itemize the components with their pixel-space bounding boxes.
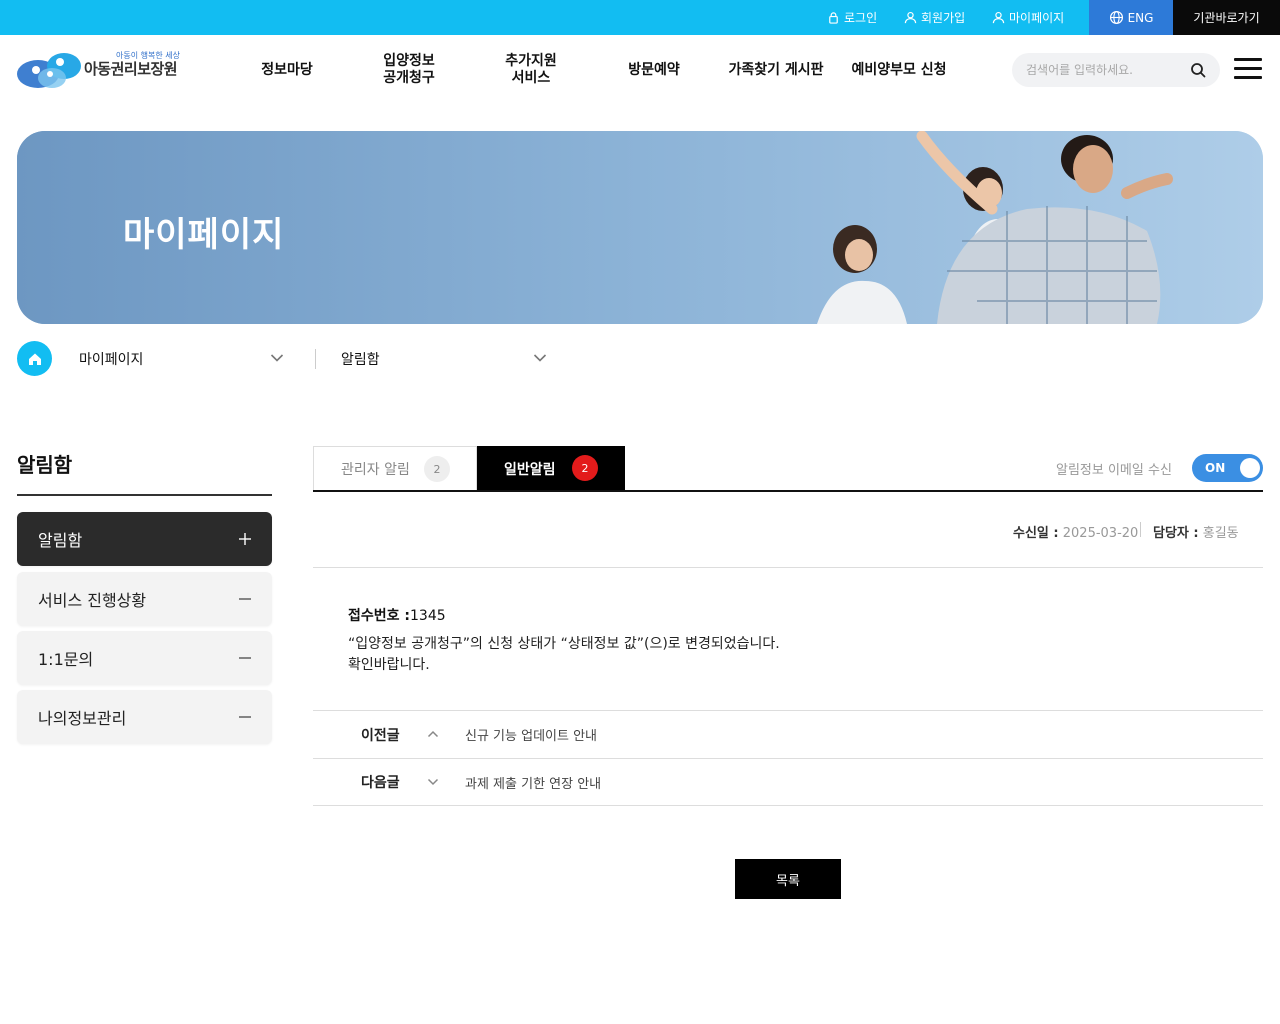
nav-prospective-parents[interactable]: 예비양부모 신청 xyxy=(844,50,954,90)
login-label: 로그인 xyxy=(844,11,878,25)
count-badge: 2 xyxy=(572,455,598,481)
sidebar-item-my-info[interactable]: 나의정보관리 xyxy=(17,690,272,744)
list-button[interactable]: 목록 xyxy=(735,859,841,899)
join-link[interactable]: 회원가입 xyxy=(904,0,965,35)
breadcrumb-level1-label: 마이페이지 xyxy=(79,352,144,368)
manager-value: 홍길동 xyxy=(1202,526,1239,541)
sidebar-item-label: 나의정보관리 xyxy=(38,709,127,728)
english-label: ENG xyxy=(1127,10,1154,25)
search-icon[interactable] xyxy=(1190,62,1206,78)
tab-label: 일반알림 xyxy=(504,461,556,478)
user-icon xyxy=(904,11,917,24)
breadcrumb-level2-dropdown[interactable]: 알림함 xyxy=(341,342,547,376)
home-icon xyxy=(28,353,41,365)
globe-icon xyxy=(1109,10,1123,25)
next-post-row[interactable]: 다음글 과제 제출 기한 연장 안내 xyxy=(313,758,1263,806)
prev-post-title: 신규 기능 업데이트 안내 xyxy=(465,729,597,744)
institutions-button[interactable]: 기관바로가기 xyxy=(1173,0,1280,35)
hamburger-menu-icon[interactable] xyxy=(1234,58,1262,80)
top-utility-bar: 로그인 회원가입 마이페이지 ENG 기관바로가기 xyxy=(0,0,1280,35)
plus-icon xyxy=(239,533,251,545)
manager: 담당자 : 홍길동 xyxy=(1153,522,1239,541)
detail-divider xyxy=(313,567,1263,568)
toggle-state: ON xyxy=(1205,461,1226,475)
next-post-label: 다음글 xyxy=(361,775,400,791)
nav-visit-reservation[interactable]: 방문예약 xyxy=(604,50,704,90)
receipt-number-label: 접수번호 : xyxy=(348,608,410,624)
notification-message: “입양정보 공개청구”의 신청 상태가 “상태정보 값”(으)로 변경되었습니다… xyxy=(348,634,780,676)
prev-post-row[interactable]: 이전글 신규 기능 업데이트 안내 xyxy=(313,710,1263,758)
mypage-label: 마이페이지 xyxy=(1009,11,1065,25)
nav-adoption-info-request[interactable]: 입양정보 공개청구 xyxy=(359,50,459,90)
manager-label: 담당자 : xyxy=(1153,526,1199,541)
search-box xyxy=(1012,53,1220,87)
received-date: 수신일 : 2025-03-20 xyxy=(1013,522,1138,541)
minus-icon xyxy=(239,716,251,718)
login-link[interactable]: 로그인 xyxy=(827,0,877,35)
logo-name: 아동권리보장원 xyxy=(84,60,178,78)
tab-general-notifications[interactable]: 일반알림 2 xyxy=(477,446,625,491)
chevron-down-icon xyxy=(427,778,439,786)
chevron-up-icon xyxy=(427,730,439,738)
english-button[interactable]: ENG xyxy=(1089,0,1173,35)
home-button[interactable] xyxy=(17,341,52,376)
page-title: 마이페이지 xyxy=(123,215,285,255)
sidebar-item-label: 1:1문의 xyxy=(38,650,94,669)
chevron-down-icon xyxy=(270,354,284,362)
message-line: “입양정보 공개청구”의 신청 상태가 “상태정보 값”(으)로 변경되었습니다… xyxy=(348,636,780,652)
user-icon xyxy=(992,11,1005,24)
receipt-number: 접수번호 :1345 xyxy=(348,605,446,625)
mypage-link[interactable]: 마이페이지 xyxy=(992,0,1064,35)
nav-extra-support[interactable]: 추가지원 서비스 xyxy=(481,50,581,90)
received-date-value: 2025-03-20 xyxy=(1062,526,1139,541)
sidebar-item-service-status[interactable]: 서비스 진행상황 xyxy=(17,572,272,626)
toggle-knob xyxy=(1240,458,1260,478)
sidebar-item-label: 알림함 xyxy=(38,531,83,550)
page-banner: 마이페이지 xyxy=(17,131,1263,324)
count-badge: 2 xyxy=(424,456,450,482)
minus-icon xyxy=(239,598,251,600)
logo-mark-icon xyxy=(17,53,81,88)
tab-admin-notifications[interactable]: 관리자 알림 2 xyxy=(313,446,477,491)
tab-label: 관리자 알림 xyxy=(341,462,410,478)
sidebar-title: 알림함 xyxy=(17,453,73,477)
sidebar-item-notifications[interactable]: 알림함 xyxy=(17,512,272,566)
receipt-number-value: 1345 xyxy=(410,608,446,624)
received-date-label: 수신일 : xyxy=(1013,526,1059,541)
lock-icon xyxy=(829,12,838,24)
meta-divider xyxy=(1140,522,1141,537)
nav-family-search-board[interactable]: 가족찾기 게시판 xyxy=(716,50,836,90)
email-notification-label: 알림정보 이메일 수신 xyxy=(1056,463,1172,478)
minus-icon xyxy=(239,657,251,659)
tab-underline xyxy=(313,490,1263,492)
join-label: 회원가입 xyxy=(921,11,966,25)
search-input[interactable] xyxy=(1026,53,1186,87)
next-post-title: 과제 제출 기한 연장 안내 xyxy=(465,776,602,792)
chevron-down-icon xyxy=(533,354,547,362)
prev-post-label: 이전글 xyxy=(361,727,400,744)
email-notification-toggle[interactable]: ON xyxy=(1192,454,1263,482)
breadcrumb-divider xyxy=(315,349,316,369)
sidebar-item-label: 서비스 진행상황 xyxy=(38,591,147,610)
breadcrumb-level1-dropdown[interactable]: 마이페이지 xyxy=(79,342,284,376)
message-line: 확인바랍니다. xyxy=(348,657,430,673)
breadcrumb-level2-label: 알림함 xyxy=(341,352,380,368)
sidebar-item-inquiry[interactable]: 1:1문의 xyxy=(17,631,272,685)
sidebar-divider xyxy=(17,494,272,496)
nav-info[interactable]: 정보마당 xyxy=(237,50,337,90)
